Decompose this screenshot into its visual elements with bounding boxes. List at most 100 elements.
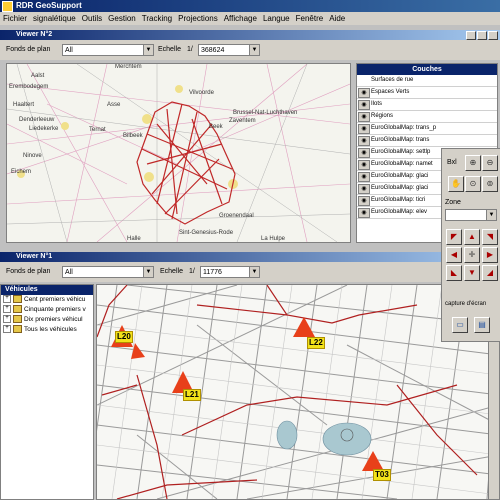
screenshot-icon[interactable]: ▭ <box>452 317 468 333</box>
chevron-down-icon: ▼ <box>249 267 259 277</box>
menu-bar: Fichier signalétique Outils Gestion Tracking… <box>0 12 500 25</box>
street-map[interactable]: L20 L22 L21 T03 <box>96 284 500 500</box>
expand-icon[interactable]: + <box>3 295 11 304</box>
layer-item[interactable]: ◉ Régions <box>357 111 497 123</box>
tree-item[interactable]: + Cinquante premiers v <box>1 305 93 315</box>
visibility-icon[interactable]: ◉ <box>358 172 370 182</box>
print-icon[interactable]: ▤ <box>474 317 490 333</box>
place-label: La Hulpe <box>261 236 286 242</box>
fonds-select[interactable]: All ▼ <box>62 44 154 56</box>
pan-northeast-icon[interactable]: ◥ <box>482 229 498 245</box>
visibility-icon[interactable]: ◉ <box>358 148 370 158</box>
pan-east-icon[interactable]: ▶ <box>482 247 498 263</box>
visibility-icon[interactable]: ◉ <box>358 124 370 134</box>
visibility-icon[interactable]: ◉ <box>358 100 370 110</box>
visibility-icon[interactable]: ◉ <box>358 160 370 170</box>
tree-item-label: Tous les véhicules <box>24 326 77 333</box>
layer-label: Surfaces de rue <box>371 77 414 83</box>
place-label: Denderleeuw <box>19 117 55 123</box>
tree-item[interactable]: + Cent premiers véhicu <box>1 295 93 305</box>
pointer-icon[interactable]: ✋ <box>448 176 464 192</box>
viewer-2-title: Viewer N°2 <box>16 31 53 38</box>
layer-item[interactable]: Surfaces de rue <box>357 75 497 87</box>
menu-fenetre[interactable]: Fenêtre <box>293 12 327 25</box>
menu-aide[interactable]: Aide <box>326 12 348 25</box>
echelle-prefix: 1/ <box>189 268 195 275</box>
overview-map[interactable]: Merchtem Aalst Erembodegem Haaltert Asse… <box>6 63 351 243</box>
select-icon[interactable]: ⊙ <box>465 176 481 192</box>
zoom-out-icon[interactable]: ⊖ <box>482 155 498 171</box>
vehicles-title: Véhicules <box>1 285 93 295</box>
pan-northwest-icon[interactable]: ◤ <box>446 229 462 245</box>
expand-icon[interactable]: + <box>3 315 11 324</box>
place-label: Sint-Genesius-Rode <box>179 230 234 236</box>
vehicle-label-t03[interactable]: T03 <box>373 469 391 481</box>
menu-signaletique[interactable]: signalétique <box>30 12 79 25</box>
viewer-1-toolbar: Fonds de plan All ▼ Echelle 1/ 11776 ▼ <box>0 262 500 282</box>
street-map-canvas <box>97 285 499 499</box>
place-label: Aalst <box>31 73 45 79</box>
app-title: RDR GeoSupport <box>16 1 82 10</box>
vehicle-label-l22[interactable]: L22 <box>307 337 325 349</box>
target-icon[interactable]: ⊚ <box>482 176 498 192</box>
layer-label: EuroGlobalMap: namet <box>371 161 433 167</box>
layer-label: EuroGlobalMap: glaci <box>371 173 429 179</box>
vehicle-label-l20[interactable]: L20 <box>115 331 133 343</box>
visibility-icon[interactable]: ◉ <box>358 112 370 122</box>
layer-label: EuroGlobalMap: settlp <box>371 149 431 155</box>
echelle-label: Echelle <box>160 268 183 275</box>
layer-item[interactable]: ◉ EuroGlobalMap: trans_p <box>357 123 497 135</box>
zoom-in-icon[interactable]: ⊕ <box>465 155 481 171</box>
layer-label: EuroGlobalMap: elev <box>371 209 428 215</box>
capture-label: capture d'écran <box>445 301 487 307</box>
pan-north-icon[interactable]: ▲ <box>464 229 480 245</box>
visibility-icon[interactable]: ◉ <box>358 196 370 206</box>
menu-outils[interactable]: Outils <box>79 12 105 25</box>
tree-item[interactable]: + Dix premiers véhicul <box>1 315 93 325</box>
place-label: Zaventem <box>229 118 256 124</box>
visibility-icon[interactable]: ◉ <box>358 88 370 98</box>
minimize-button[interactable] <box>466 31 476 40</box>
layer-item[interactable]: ◉ EuroGlobalMap: trans <box>357 135 497 147</box>
pan-west-icon[interactable]: ◀ <box>446 247 462 263</box>
fonds-select[interactable]: All ▼ <box>62 266 154 278</box>
folder-icon <box>13 295 22 304</box>
expand-icon[interactable]: + <box>3 325 11 334</box>
echelle-select[interactable]: 368624 ▼ <box>198 44 260 56</box>
menu-langue[interactable]: Langue <box>260 12 293 25</box>
layer-label: EuroGlobalMap: glaci <box>371 185 429 191</box>
pan-south-icon[interactable]: ▼ <box>464 265 480 281</box>
pan-southeast-icon[interactable]: ◢ <box>482 265 498 281</box>
app-icon <box>2 1 13 12</box>
town-dot <box>142 114 152 124</box>
place-label: Erembodegem <box>9 84 48 90</box>
tree-item-label: Cent premiers véhicu <box>24 296 86 303</box>
menu-projections[interactable]: Projections <box>175 12 221 25</box>
zone-select[interactable]: ▼ <box>445 209 497 221</box>
viewer-2-title-bar: Viewer N°2 <box>0 30 500 40</box>
place-label: Vilvoorde <box>189 90 215 96</box>
place-label: Asse <box>107 102 121 108</box>
pan-southwest-icon[interactable]: ◣ <box>446 265 462 281</box>
layer-label: EuroGlobalMap: ticri <box>371 197 426 203</box>
menu-tracking[interactable]: Tracking <box>139 12 175 25</box>
visibility-icon[interactable]: ◉ <box>358 208 370 218</box>
tool-palette: Bxl ⊕ ⊖ ✋ ⊙ ⊚ Zone ▼ ◤ ▲ ◥ ◀ ✛ ▶ ◣ ▼ ◢ c… <box>441 148 500 342</box>
visibility-icon[interactable]: ◉ <box>358 184 370 194</box>
expand-icon[interactable]: + <box>3 305 11 314</box>
tree-item[interactable]: + Tous les véhicules <box>1 325 93 335</box>
vehicle-label-l21[interactable]: L21 <box>183 389 201 401</box>
menu-fichier[interactable]: Fichier <box>0 12 30 25</box>
echelle-label: Echelle <box>158 46 181 53</box>
menu-affichage[interactable]: Affichage <box>221 12 260 25</box>
town-dot <box>61 122 69 130</box>
layer-item[interactable]: ◉ Ilots <box>357 99 497 111</box>
menu-gestion[interactable]: Gestion <box>105 12 139 25</box>
center-icon[interactable]: ✛ <box>464 247 480 263</box>
close-button[interactable] <box>488 31 498 40</box>
visibility-icon[interactable]: ◉ <box>358 136 370 146</box>
maximize-button[interactable] <box>477 31 487 40</box>
layer-item[interactable]: ◉ Espaces Verts <box>357 87 497 99</box>
echelle-select[interactable]: 11776 ▼ <box>200 266 260 278</box>
vehicle-marker-icon[interactable] <box>362 451 384 471</box>
